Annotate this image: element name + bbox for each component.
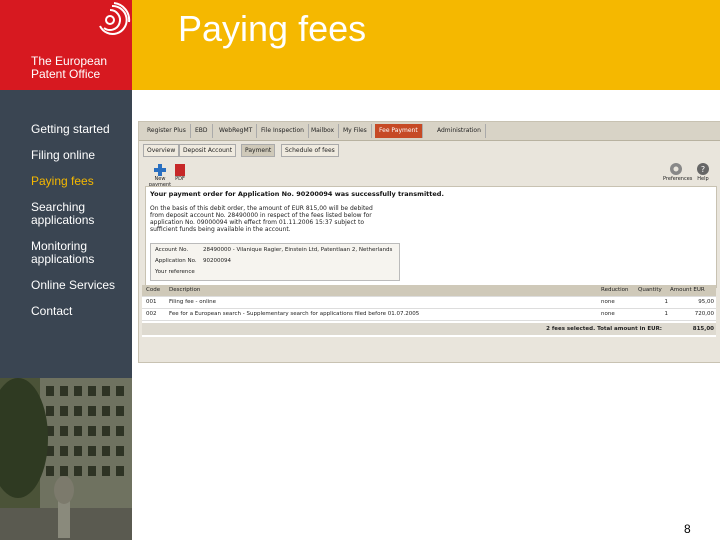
gear-icon — [670, 163, 682, 175]
tab-ebd[interactable]: EBD — [191, 124, 213, 138]
summary-text: 2 fees selected. Total amount in EUR: — [546, 326, 662, 332]
svg-text:?: ? — [701, 165, 705, 174]
building-photo-image — [0, 378, 132, 540]
table-header: Code Description Reduction Quantity Amou… — [142, 285, 716, 297]
sidebar-item-contact[interactable]: Contact — [31, 305, 72, 318]
application-value: 90200094 — [203, 258, 231, 264]
sub-nav: Overview Deposit Account Payment Schedul… — [143, 144, 720, 157]
tab-administration[interactable]: Administration — [433, 124, 486, 138]
fees-summary: 2 fees selected. Total amount in EUR: 81… — [142, 323, 716, 335]
confirmation-message: Your payment order for Application No. 9… — [145, 186, 717, 288]
fee-code: 001 — [146, 299, 157, 305]
sidebar-item-searching-applications[interactable]: Searching applications — [31, 201, 94, 227]
summary-total: 815,00 — [692, 326, 714, 332]
org-name: The European Patent Office — [31, 54, 108, 81]
fee-quantity: 1 — [664, 311, 669, 317]
column-header-reduction: Reduction — [601, 287, 629, 293]
fee-description: Fee for a European search - Supplementar… — [169, 311, 420, 317]
sidebar-item-filing-online[interactable]: Filing online — [31, 149, 95, 162]
pdf-icon — [175, 164, 185, 176]
fee-amount: 720,00 — [694, 311, 714, 317]
top-nav: Register Plus EBD WebRegMT File Inspecti… — [139, 122, 720, 141]
page-title: Paying fees — [178, 8, 367, 49]
tab-register-plus[interactable]: Register Plus — [143, 124, 191, 138]
sidebar-item-getting-started[interactable]: Getting started — [31, 123, 110, 136]
subtab-deposit-account[interactable]: Deposit Account — [179, 144, 237, 157]
logo-block: The European Patent Office — [0, 0, 132, 90]
toolbar: New payment PDF Preferences ? Help — [139, 158, 720, 188]
fee-reduction: none — [601, 311, 615, 317]
sidebar: Getting started Filing online Paying fee… — [0, 90, 132, 378]
fees-table: Code Description Reduction Quantity Amou… — [142, 285, 716, 337]
tab-mailbox[interactable]: Mailbox — [307, 124, 340, 138]
pdf-label: PDF — [175, 176, 185, 182]
account-value: 28490000 - Vilanique Ragier, Einstein Lt… — [203, 247, 393, 253]
subtab-overview[interactable]: Overview — [143, 144, 180, 157]
column-header-description: Description — [169, 287, 201, 293]
preferences-label: Preferences — [663, 176, 693, 182]
subtab-schedule-of-fees[interactable]: Schedule of fees — [281, 144, 339, 157]
column-header-amount: Amount EUR — [670, 287, 705, 293]
fee-payment-screenshot: Register Plus EBD WebRegMT File Inspecti… — [138, 121, 720, 363]
column-header-quantity: Quantity — [638, 287, 662, 293]
help-button[interactable]: ? Help — [690, 161, 716, 185]
slide-number: 8 — [684, 522, 691, 536]
building-photo — [0, 378, 132, 540]
tab-fee-payment[interactable]: Fee Payment — [375, 124, 423, 138]
sidebar-item-paying-fees[interactable]: Paying fees — [31, 175, 94, 188]
epo-logo-icon — [99, 2, 131, 35]
fee-amount: 95,00 — [698, 299, 714, 305]
preferences-button[interactable]: Preferences — [663, 161, 693, 185]
confirmation-title: Your payment order for Application No. 9… — [150, 190, 444, 198]
tab-file-inspection[interactable]: File Inspection — [257, 124, 309, 138]
tab-my-files[interactable]: My Files — [339, 124, 372, 138]
subtab-payment[interactable]: Payment — [241, 144, 276, 157]
sidebar-item-online-services[interactable]: Online Services — [31, 279, 115, 292]
fee-code: 002 — [146, 311, 157, 317]
help-label: Help — [697, 176, 709, 182]
reference-label: Your reference — [155, 269, 195, 275]
application-label: Application No. — [155, 258, 197, 264]
table-row[interactable]: 001 Filing fee - online none 1 95,00 — [142, 297, 716, 309]
tab-webregmt[interactable]: WebRegMT — [215, 124, 258, 138]
column-header-code: Code — [146, 287, 161, 293]
pdf-button[interactable]: PDF — [167, 161, 193, 185]
fee-quantity: 1 — [664, 299, 669, 305]
account-details: Account No. 28490000 - Vilanique Ragier,… — [150, 243, 400, 281]
sidebar-item-monitoring-applications[interactable]: Monitoring applications — [31, 240, 94, 266]
fee-reduction: none — [601, 299, 615, 305]
fee-description: Filing fee - online — [169, 299, 217, 305]
table-row[interactable]: 002 Fee for a European search - Suppleme… — [142, 309, 716, 321]
help-icon: ? — [697, 163, 709, 175]
confirmation-body: On the basis of this debit order, the am… — [150, 205, 373, 233]
account-label: Account No. — [155, 247, 189, 253]
